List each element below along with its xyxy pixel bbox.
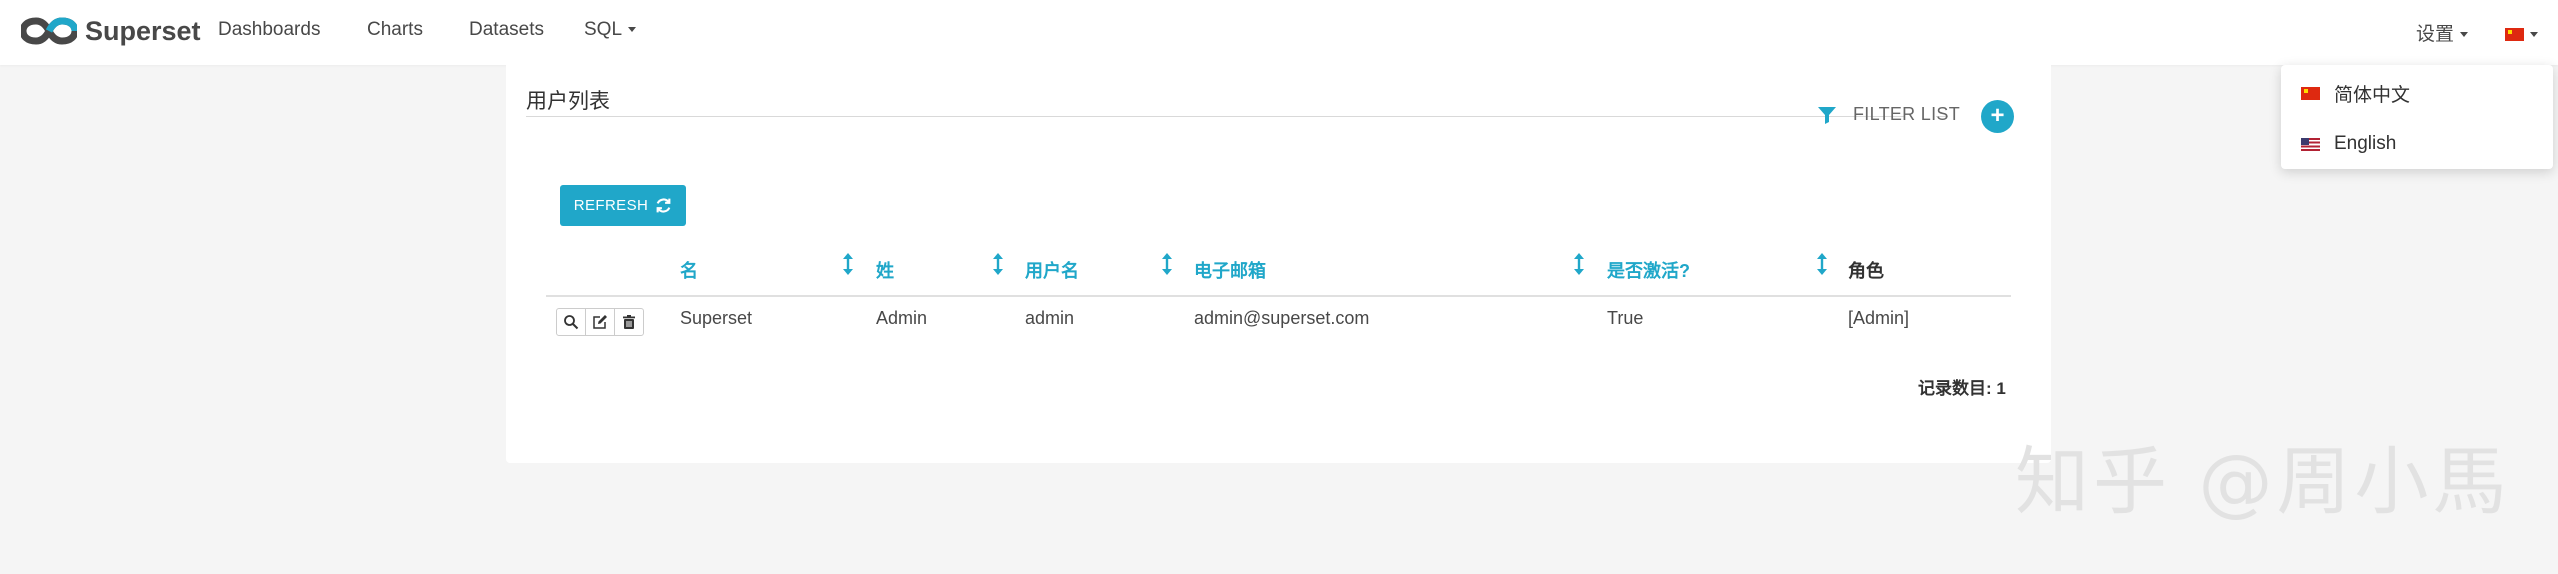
refresh-button[interactable]: REFRESH — [560, 185, 686, 226]
sort-icon[interactable] — [842, 252, 854, 276]
filter-icon — [1818, 106, 1836, 124]
edit-icon — [593, 315, 607, 329]
page-title: 用户列表 — [526, 90, 610, 113]
trash-icon — [623, 315, 635, 329]
cell-active: True — [1607, 308, 1644, 328]
chevron-down-icon — [2460, 32, 2469, 38]
cell-last-name: Admin — [876, 308, 928, 328]
delete-record-button[interactable] — [614, 308, 644, 336]
sort-icon[interactable] — [992, 252, 1004, 276]
nav-sql-label: SQL — [584, 19, 623, 40]
language-option-en[interactable]: English — [2301, 133, 2396, 155]
table-header-divider — [546, 295, 2011, 297]
cell-roles: [Admin] — [1848, 308, 1910, 328]
us-flag-icon — [2301, 137, 2320, 151]
nav-charts[interactable]: Charts — [367, 19, 423, 41]
sort-icon[interactable] — [1161, 252, 1173, 276]
china-flag-icon — [2505, 28, 2524, 42]
record-count: 记录数目: 1 — [1918, 379, 2006, 398]
language-menu-toggle[interactable] — [2505, 24, 2538, 46]
settings-menu[interactable]: 设置 — [2416, 19, 2469, 46]
show-record-button[interactable] — [556, 308, 586, 336]
filter-list-button[interactable]: FILTER LIST — [1817, 104, 1960, 125]
nav-sql-menu[interactable]: SQL — [584, 19, 637, 41]
superset-logo-icon — [21, 17, 77, 45]
top-navbar: Superset Dashboards Charts Datasets SQL … — [0, 0, 2558, 65]
language-option-label: English — [2334, 133, 2397, 154]
refresh-label: REFRESH — [573, 197, 649, 214]
add-user-button[interactable]: + — [1981, 100, 2014, 133]
cell-first-name: Superset — [680, 308, 753, 328]
language-dropdown: 简体中文 English — [2281, 65, 2553, 169]
nav-dashboards[interactable]: Dashboards — [218, 19, 320, 41]
watermark: 知乎 @周小馬 — [2015, 439, 2511, 525]
brand-logo[interactable]: Superset — [21, 11, 201, 51]
filter-list-label: FILTER LIST — [1853, 104, 1960, 124]
edit-record-button[interactable] — [585, 308, 615, 336]
plus-icon: + — [1990, 102, 2005, 129]
column-header-email[interactable]: 电子邮箱 — [1194, 257, 1266, 283]
chevron-down-icon — [2530, 32, 2538, 38]
column-header-active[interactable]: 是否激活? — [1607, 257, 1690, 283]
sort-icon[interactable] — [1816, 252, 1828, 276]
column-header-first-name[interactable]: 名 — [680, 257, 698, 283]
column-header-username[interactable]: 用户名 — [1025, 257, 1079, 283]
brand-name: Superset — [85, 15, 201, 46]
language-option-zh[interactable]: 简体中文 — [2301, 80, 2410, 107]
title-divider — [526, 116, 1904, 117]
row-actions — [556, 308, 648, 336]
sort-icon[interactable] — [1573, 252, 1585, 276]
language-option-label: 简体中文 — [2334, 85, 2411, 106]
search-icon — [564, 315, 579, 330]
chevron-down-icon — [628, 27, 637, 33]
column-header-last-name[interactable]: 姓 — [876, 257, 894, 283]
user-list-panel: 用户列表 FILTER LIST + REFRESH 名 姓 用户名 电子邮箱 … — [506, 65, 2051, 463]
column-header-roles: 角色 — [1848, 261, 1884, 281]
nav-datasets[interactable]: Datasets — [469, 19, 544, 41]
settings-label: 设置 — [2416, 24, 2455, 45]
cell-username: admin — [1025, 308, 1075, 328]
cell-email: admin@superset.com — [1194, 308, 1370, 328]
china-flag-icon — [2301, 87, 2320, 100]
refresh-icon — [656, 198, 671, 213]
